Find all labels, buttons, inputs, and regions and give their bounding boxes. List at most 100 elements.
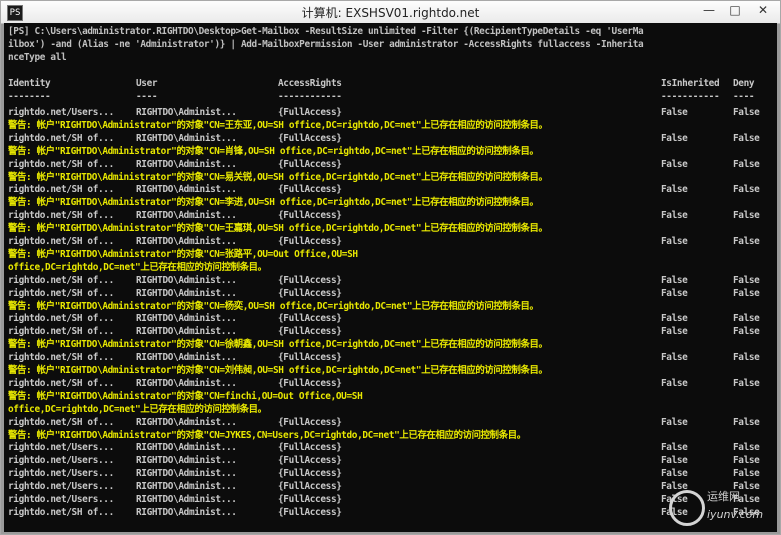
cell-deny: False [733, 455, 760, 467]
cell-isinherited: False [661, 132, 688, 144]
cell-deny: False [733, 468, 760, 480]
cell-deny: False [733, 326, 760, 338]
cell-accessrights: {FullAccess} [278, 352, 342, 364]
cell-isinherited: False [661, 326, 688, 338]
cell-accessrights: {FullAccess} [278, 377, 342, 389]
cell-user: RIGHTDO\Administ... [136, 442, 237, 454]
warning-line: 警告: 帐户"RIGHTDO\Administrator"的对象"CN=JYKE… [8, 429, 526, 441]
cell-user: RIGHTDO\Administ... [136, 326, 237, 338]
underline: ---- [733, 91, 755, 102]
cell-identity: rightdo.net/SH of... [8, 287, 114, 299]
warning-line: office,DC=rightdo,DC=net"上已存在相应的访问控制条目。 [8, 403, 267, 415]
warning-line: 警告: 帐户"RIGHTDO\Administrator"的对象"CN=张路平,… [8, 248, 358, 260]
cell-accessrights: {FullAccess} [278, 494, 342, 505]
powershell-window: PS 计算机: EXSHSV01.rightdo.net — □ ✕ [PS] … [0, 0, 781, 535]
cell-identity: rightdo.net/SH of... [8, 326, 114, 338]
cell-accessrights: {FullAccess} [278, 274, 342, 286]
cell-identity: rightdo.net/SH of... [8, 352, 114, 364]
cell-deny: False [733, 442, 760, 454]
warning-line: 警告: 帐户"RIGHTDO\Administrator"的对象"CN=finc… [8, 390, 363, 402]
underline: -------- [8, 91, 51, 102]
cell-accessrights: {FullAccess} [278, 132, 342, 144]
cell-isinherited: False [661, 377, 688, 389]
window-title: 计算机: EXSHSV01.rightdo.net [301, 6, 480, 20]
command-line: nceType all [8, 52, 67, 63]
table-header-underline: -------- ---- ------------ ----------- -… [8, 90, 755, 103]
cell-deny: False [733, 352, 760, 364]
cell-deny: False [733, 210, 760, 222]
cell-isinherited: False [661, 107, 688, 118]
header-accessrights: AccessRights [278, 78, 342, 89]
cell-deny: False [733, 377, 760, 389]
underline: ----------- [661, 91, 720, 102]
warning-line: 警告: 帐户"RIGHTDO\Administrator"的对象"CN=王嘉琪,… [8, 223, 548, 235]
cell-isinherited: False [661, 274, 688, 286]
close-button[interactable]: ✕ [750, 1, 776, 19]
cell-identity: rightdo.net/Users... [8, 442, 114, 454]
watermark-logo-icon [669, 490, 705, 526]
cell-deny: False [733, 107, 760, 118]
cell-user: RIGHTDO\Administ... [136, 313, 237, 325]
underline: ------------ [278, 91, 342, 102]
warning-line: 警告: 帐户"RIGHTDO\Administrator"的对象"CN=易关锐,… [8, 171, 548, 183]
cell-identity: rightdo.net/SH of... [8, 274, 114, 286]
cell-identity: rightdo.net/SH of... [8, 377, 114, 389]
cell-accessrights: {FullAccess} [278, 506, 342, 518]
cell-user: RIGHTDO\Administ... [136, 274, 237, 286]
cell-deny: False [733, 236, 760, 247]
cell-user: RIGHTDO\Administ... [136, 210, 237, 222]
maximize-button[interactable]: □ [722, 1, 748, 19]
cell-accessrights: {FullAccess} [278, 455, 342, 467]
cell-isinherited: False [661, 184, 688, 196]
cell-user: RIGHTDO\Administ... [136, 481, 237, 493]
cell-user: RIGHTDO\Administ... [136, 352, 237, 364]
title-bar[interactable]: PS 计算机: EXSHSV01.rightdo.net — □ ✕ [1, 1, 780, 24]
cell-identity: rightdo.net/SH of... [8, 236, 114, 247]
warning-line: 警告: 帐户"RIGHTDO\Administrator"的对象"CN=徐朝鑫,… [8, 339, 548, 351]
cell-accessrights: {FullAccess} [278, 158, 342, 170]
minimize-button[interactable]: — [696, 1, 722, 19]
cell-isinherited: False [661, 442, 688, 454]
cell-accessrights: {FullAccess} [278, 326, 342, 338]
header-isinherited: IsInherited [661, 78, 720, 89]
cell-user: RIGHTDO\Administ... [136, 287, 237, 299]
cell-isinherited: False [661, 416, 688, 428]
cell-deny: False [733, 158, 760, 170]
header-identity: Identity [8, 78, 51, 89]
cell-identity: rightdo.net/SH of... [8, 506, 114, 518]
cell-isinherited: False [661, 158, 688, 170]
cell-user: RIGHTDO\Administ... [136, 506, 237, 518]
cell-isinherited: False [661, 352, 688, 364]
cell-accessrights: {FullAccess} [278, 184, 342, 196]
cell-isinherited: False [661, 287, 688, 299]
cell-user: RIGHTDO\Administ... [136, 236, 237, 247]
console-output[interactable]: [PS] C:\Users\administrator.RIGHTDO\Desk… [4, 23, 777, 532]
cell-isinherited: False [661, 455, 688, 467]
cell-isinherited: False [661, 313, 688, 325]
cell-accessrights: {FullAccess} [278, 107, 342, 118]
cell-deny: False [733, 416, 760, 428]
cell-identity: rightdo.net/SH of... [8, 416, 114, 428]
cell-identity: rightdo.net/SH of... [8, 184, 114, 196]
cell-accessrights: {FullAccess} [278, 210, 342, 222]
cell-user: RIGHTDO\Administ... [136, 107, 237, 118]
cell-user: RIGHTDO\Administ... [136, 132, 237, 144]
cell-isinherited: False [661, 468, 688, 480]
underline: ---- [136, 91, 158, 102]
cell-accessrights: {FullAccess} [278, 287, 342, 299]
warning-line: 警告: 帐户"RIGHTDO\Administrator"的对象"CN=杨奕,O… [8, 300, 539, 312]
command-line: ilbox') -and (Alias -ne 'Administrator')… [8, 39, 644, 50]
cell-user: RIGHTDO\Administ... [136, 468, 237, 480]
cell-isinherited: False [661, 236, 688, 247]
cell-accessrights: {FullAccess} [278, 236, 342, 247]
cell-accessrights: {FullAccess} [278, 468, 342, 480]
cell-deny: False [733, 313, 760, 325]
cell-accessrights: {FullAccess} [278, 442, 342, 454]
cell-identity: rightdo.net/SH of... [8, 132, 114, 144]
watermark: 运维网 iyunv.com [669, 488, 765, 528]
cell-identity: rightdo.net/Users... [8, 481, 114, 493]
cell-isinherited: False [661, 210, 688, 222]
warning-line: 警告: 帐户"RIGHTDO\Administrator"的对象"CN=李进,O… [8, 197, 539, 209]
cell-user: RIGHTDO\Administ... [136, 184, 237, 196]
cell-identity: rightdo.net/SH of... [8, 158, 114, 170]
